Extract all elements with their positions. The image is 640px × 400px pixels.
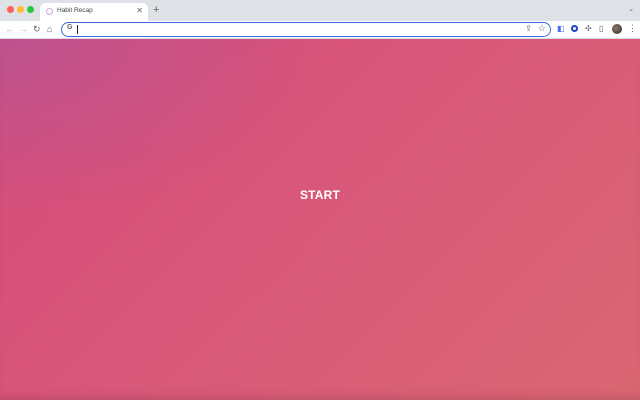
share-icon[interactable]: ⇪ (525, 24, 532, 33)
browser-toolbar: ← → ↻ ⌂ G ⇪ ☆ ◧ ✣ ▯ ⋮ (0, 21, 640, 39)
bookmark-star-icon[interactable]: ☆ (538, 23, 546, 34)
start-button[interactable]: START (280, 185, 360, 205)
browser-menu-button[interactable]: ⋮ (628, 23, 637, 34)
profile-avatar[interactable] (612, 24, 622, 34)
close-icon[interactable]: ✕ (136, 6, 143, 16)
text-caret (77, 25, 78, 34)
page-content: START (0, 39, 640, 400)
extensions-puzzle-icon[interactable]: ✣ (585, 24, 592, 34)
extension-icon[interactable]: ◧ (557, 24, 565, 34)
tab-strip: Habit Recap ✕ + ⌄ (0, 0, 640, 21)
window-close-button[interactable] (7, 6, 14, 13)
back-button[interactable]: ← (5, 24, 14, 35)
address-bar[interactable]: G ⇪ ☆ (61, 22, 551, 37)
home-button[interactable]: ⌂ (47, 24, 52, 35)
tab-habit-recap[interactable]: Habit Recap ✕ (40, 3, 148, 21)
chevron-down-icon[interactable]: ⌄ (628, 5, 634, 13)
address-input[interactable] (79, 23, 509, 35)
window-maximize-button[interactable] (27, 6, 34, 13)
new-tab-button[interactable]: + (153, 4, 159, 16)
extension-ring-icon[interactable] (571, 25, 578, 32)
side-panel-icon[interactable]: ▯ (599, 24, 603, 34)
reload-button[interactable]: ↻ (33, 24, 41, 35)
forward-button[interactable]: → (19, 24, 28, 35)
window-minimize-button[interactable] (17, 6, 24, 13)
google-icon: G (67, 24, 73, 31)
habit-recap-icon (46, 8, 53, 15)
tab-title: Habit Recap (57, 7, 93, 14)
